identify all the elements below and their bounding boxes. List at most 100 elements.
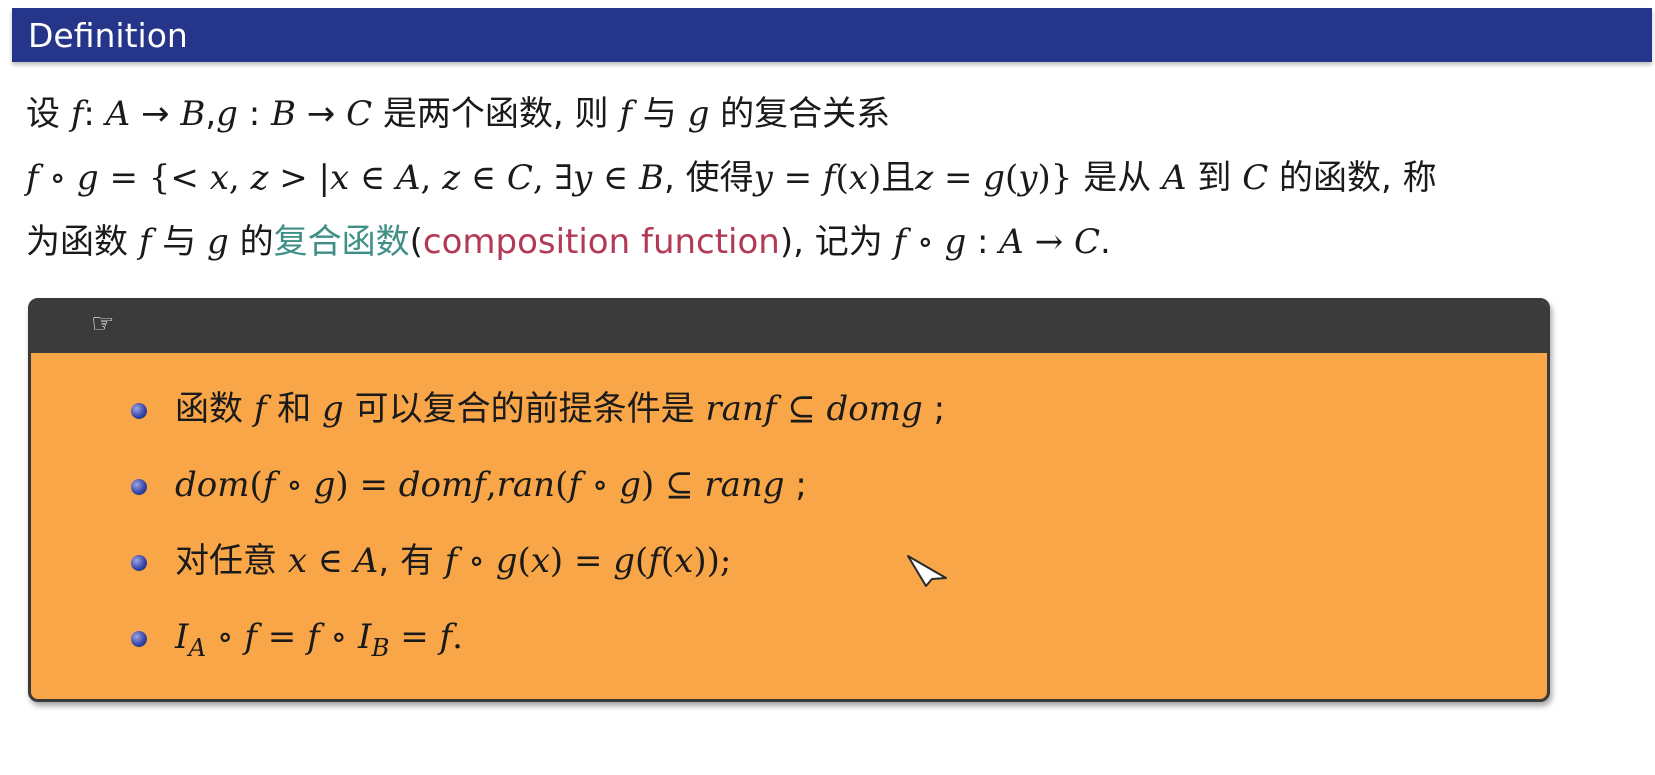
text-segment: 复合函数	[273, 222, 410, 262]
bullet-icon	[131, 403, 147, 419]
text-segment: ∈	[460, 158, 507, 198]
text-segment: =	[772, 158, 823, 198]
text-segment: 的函数, 称	[1268, 158, 1437, 198]
text-segment: z	[915, 158, 934, 198]
text-segment: B	[271, 94, 296, 134]
text-segment: :	[966, 222, 1000, 262]
list-item-text: dom(f ∘ g) = domf,ran(f ∘ g) ⊆ rang ;	[175, 465, 807, 505]
text-segment: I	[175, 617, 189, 657]
text-segment: ) =	[335, 465, 399, 505]
text-segment: C	[1242, 158, 1269, 198]
text-segment: f	[262, 465, 276, 505]
text-segment: f	[307, 617, 320, 657]
list-item: dom(f ∘ g) = domf,ran(f ∘ g) ⊆ rang ;	[131, 455, 945, 531]
text-segment: , 有	[378, 541, 445, 581]
text-segment: →	[296, 94, 347, 134]
text-segment: g	[322, 389, 344, 429]
list-item: 函数 f 和 g 可以复合的前提条件是 ranf ⊆ domg ;	[131, 379, 945, 455]
text-segment: g	[944, 222, 967, 262]
definition-line-1: 设 f: A → B,g : B → C 是两个函数, 则 f 与 g 的复合关…	[26, 82, 1626, 146]
properties-box: ☞ 函数 f 和 g 可以复合的前提条件是 ranf ⊆ domg ; dom(…	[28, 298, 1550, 702]
text-segment: ∘	[580, 465, 620, 505]
bullet-icon	[131, 479, 147, 495]
text-segment: f	[26, 158, 39, 198]
text-segment: f	[822, 158, 836, 198]
list-item-text: IA ∘ f = f ∘ IB = f.	[175, 617, 463, 662]
text-segment: > |	[268, 158, 330, 198]
text-segment: (	[635, 541, 649, 581]
text-segment: (	[409, 222, 423, 262]
text-segment: g	[983, 158, 1006, 198]
text-segment: B	[180, 94, 206, 134]
text-segment: →	[130, 94, 181, 134]
text-segment: domg	[826, 389, 923, 429]
text-segment: f	[244, 617, 257, 657]
text-segment: 和	[266, 389, 323, 429]
text-segment: g	[313, 465, 336, 505]
text-segment: ∘	[275, 465, 314, 505]
text-segment: x	[848, 158, 868, 198]
text-segment: g	[495, 541, 518, 581]
text-segment: x	[530, 541, 550, 581]
text-segment: A	[1162, 158, 1187, 198]
text-segment: g	[687, 94, 710, 134]
text-segment: ranf	[705, 389, 777, 429]
text-segment: C	[1073, 222, 1100, 262]
text-segment: 的复合关系	[709, 94, 891, 134]
text-segment: ∘	[457, 541, 496, 581]
text-segment: =	[257, 617, 308, 657]
text-segment: ∈	[592, 158, 639, 198]
text-segment: 与	[631, 94, 688, 134]
text-segment: A	[105, 94, 131, 134]
text-segment: = {<	[98, 158, 210, 198]
text-segment: composition function	[422, 222, 780, 262]
text-segment: 为函数	[26, 222, 139, 262]
bullet-icon	[131, 555, 147, 571]
text-segment: 函数	[175, 389, 254, 429]
text-segment: I	[358, 617, 372, 657]
definition-body: 设 f: A → B,g : B → C 是两个函数, 则 f 与 g 的复合关…	[26, 82, 1626, 274]
text-segment: dom	[175, 465, 250, 505]
text-segment: , 使得	[663, 158, 754, 198]
text-segment: )}	[1037, 158, 1073, 198]
text-segment: 且	[881, 158, 916, 198]
text-segment: y	[1018, 158, 1038, 198]
text-segment: 可以复合的前提条件是	[343, 389, 706, 429]
text-segment: (	[660, 541, 675, 581]
text-segment: 对任意	[175, 541, 288, 581]
list-item-text: 对任意 x ∈ A, 有 f ∘ g(x) = g(f(x));	[175, 541, 731, 581]
text-segment: 设	[26, 94, 71, 134]
text-segment: 是从	[1072, 158, 1163, 198]
text-segment: ∈	[349, 158, 396, 198]
definition-header: Definition	[12, 8, 1652, 62]
text-segment: x	[209, 158, 229, 198]
text-segment: ) ⊆	[641, 465, 705, 505]
text-segment: ran	[496, 465, 556, 505]
text-segment: ⊆	[776, 389, 827, 429]
list-item: 对任意 x ∈ A, 有 f ∘ g(x) = g(f(x));	[131, 531, 945, 607]
text-segment: y	[753, 158, 773, 198]
text-segment: f	[444, 541, 458, 581]
list-item: IA ∘ f = f ∘ IB = f.	[131, 607, 945, 683]
text-segment: .	[452, 617, 463, 657]
text-segment: ,	[205, 94, 217, 134]
text-segment: 的	[228, 222, 274, 262]
text-segment: 与	[151, 222, 208, 262]
text-segment: g	[619, 465, 641, 505]
text-segment: z	[250, 158, 269, 198]
definition-line-2: f ∘ g = {< x, z > |x ∈ A, z ∈ C, ∃y ∈ B,…	[26, 146, 1626, 210]
definition-line-3: 为函数 f 与 g 的复合函数(composition function), 记…	[26, 210, 1626, 274]
text-segment: 是两个函数, 则	[372, 94, 620, 134]
text-segment: f	[253, 389, 267, 429]
text-segment: , ∃	[532, 158, 573, 198]
text-segment: x	[329, 158, 350, 198]
text-segment: ,	[420, 158, 443, 198]
text-segment: ,	[228, 158, 251, 198]
bullet-icon	[131, 631, 147, 647]
properties-box-header: ☞	[31, 301, 1547, 353]
text-segment: f	[70, 94, 84, 134]
text-segment: f	[138, 222, 152, 262]
text-segment: A	[188, 632, 207, 662]
text-segment: ;	[922, 389, 946, 429]
text-segment: ,	[485, 465, 497, 505]
